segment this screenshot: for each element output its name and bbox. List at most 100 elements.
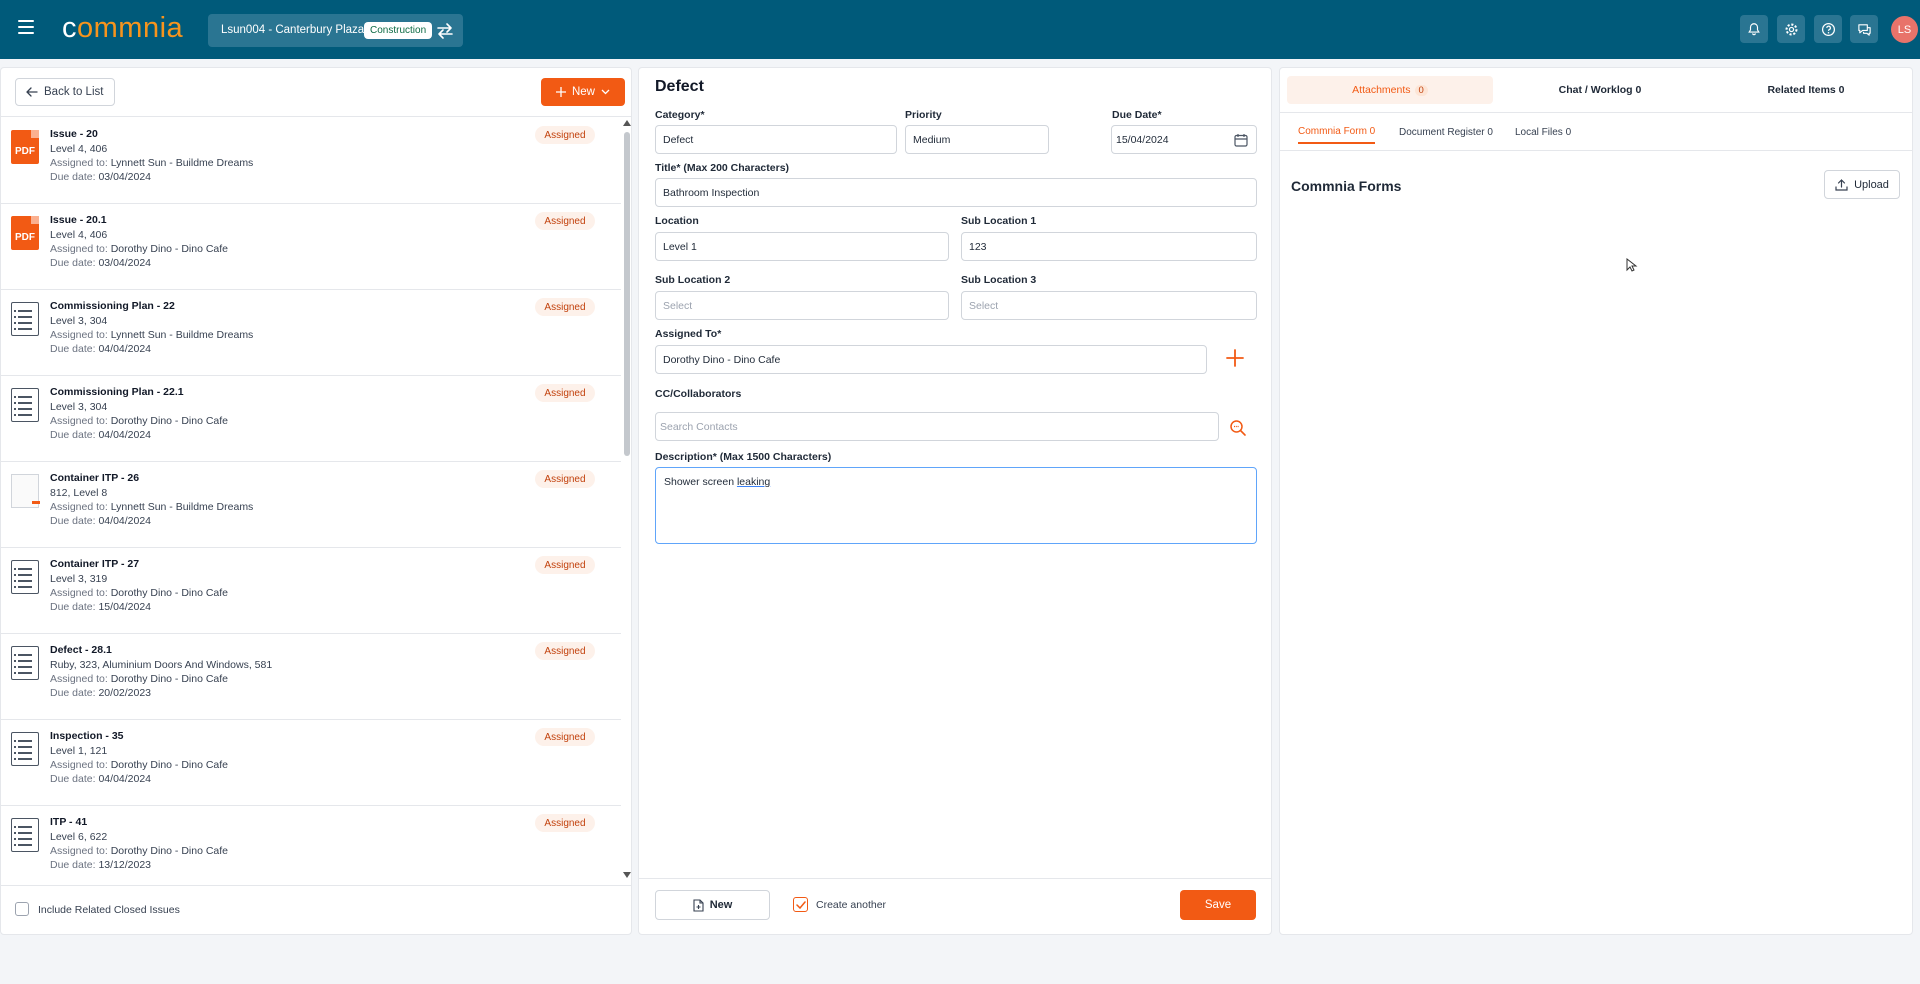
upload-icon <box>1835 178 1848 191</box>
new-item-label: New <box>709 899 733 911</box>
item-assignee: Dorothy Dino - Dino Cafe <box>110 587 229 599</box>
checklist-icon <box>11 560 39 594</box>
issue-list-panel: Back to List New PDF Issue - 20 Level 4, 4… <box>0 67 632 935</box>
assigned-key: Assigned to: <box>50 415 108 427</box>
item-assignee: Dorothy Dino - Dino Cafe <box>110 415 229 427</box>
item-title: Container ITP - 27 <box>50 558 140 570</box>
subtab-local-files[interactable]: Local Files 0 <box>1515 120 1571 144</box>
status-badge: Assigned <box>535 384 595 402</box>
due-date-value: 15/04/2024 <box>1116 133 1169 146</box>
arrow-left-icon <box>26 87 38 97</box>
item-due-date: 15/04/2024 <box>98 601 152 613</box>
scroll-thumb[interactable] <box>624 132 630 456</box>
pdf-file-icon: PDF <box>11 130 39 164</box>
bell-icon[interactable] <box>1740 15 1768 43</box>
list-item[interactable]: Commissioning Plan - 22.1 Level 3, 304 Ass… <box>1 376 621 462</box>
user-avatar[interactable]: LS <box>1891 16 1918 43</box>
search-contacts-icon[interactable] <box>1229 419 1247 437</box>
scroll-up-icon[interactable] <box>623 120 631 126</box>
assigned-key: Assigned to: <box>50 157 108 169</box>
list-item[interactable]: Container ITP - 27 Level 3, 319 Assigned t… <box>1 548 621 634</box>
divider <box>1280 150 1912 151</box>
menu-icon[interactable] <box>18 20 34 34</box>
divider <box>639 878 1271 879</box>
document-thumbnail-icon <box>11 474 40 508</box>
scroll-down-icon[interactable] <box>623 872 631 878</box>
list-item[interactable]: ITP - 41 Level 6, 622 Assigned to: Dorothy… <box>1 806 621 878</box>
cc-label: CC/Collaborators <box>655 388 742 400</box>
title-label: Title* (Max 200 Characters) <box>655 162 790 174</box>
check-icon <box>795 900 806 909</box>
assigned-to-select[interactable]: Dorothy Dino - Dino Cafe <box>655 345 1207 374</box>
item-assignee: Dorothy Dino - Dino Cafe <box>110 243 229 255</box>
project-selector[interactable]: Lsun004 - Canterbury Plaza Construction <box>208 14 463 47</box>
due-key: Due date: <box>50 859 96 871</box>
list-item[interactable]: Container ITP - 26 812, Level 8 Assigned t… <box>1 462 621 548</box>
sub-location-1-select[interactable]: 123 <box>961 232 1257 261</box>
attachments-panel: Attachments 0 Chat / Worklog 0 Related I… <box>1279 67 1913 935</box>
gear-icon[interactable] <box>1777 15 1805 43</box>
upload-button[interactable]: Upload <box>1824 170 1900 199</box>
create-another-label: Create another <box>816 899 887 911</box>
list-item[interactable]: Defect - 28.1 Ruby, 323, Aluminium Doors … <box>1 634 621 720</box>
status-badge: Assigned <box>535 126 595 144</box>
item-assignee: Dorothy Dino - Dino Cafe <box>110 845 229 857</box>
item-due-date: 04/04/2024 <box>98 343 152 355</box>
list-item[interactable]: Inspection - 35 Level 1, 121 Assigned to: … <box>1 720 621 806</box>
sub-location-1-label: Sub Location 1 <box>961 215 1037 227</box>
chat-icon[interactable] <box>1850 15 1878 43</box>
upload-label: Upload <box>1854 178 1889 191</box>
calendar-icon[interactable] <box>1234 133 1248 147</box>
include-closed-checkbox[interactable] <box>15 902 29 916</box>
title-input[interactable]: Bathroom Inspection <box>655 178 1257 207</box>
item-title: Issue - 20.1 <box>50 214 107 226</box>
status-badge: Assigned <box>535 728 595 746</box>
sub-location-2-label: Sub Location 2 <box>655 274 731 286</box>
tab-chat-worklog[interactable]: Chat / Worklog 0 <box>1500 76 1700 104</box>
list-item[interactable]: PDF Issue - 20.1 Level 4, 406 Assigned to: … <box>1 204 621 290</box>
due-key: Due date: <box>50 773 96 785</box>
create-another-checkbox[interactable] <box>793 897 808 912</box>
sub-location-3-label: Sub Location 3 <box>961 274 1037 286</box>
item-location: Level 6, 622 <box>50 831 108 843</box>
add-assignee-icon[interactable] <box>1225 348 1245 368</box>
swap-icon[interactable] <box>435 21 455 41</box>
priority-select[interactable]: Medium <box>905 125 1049 154</box>
list-item[interactable]: Commissioning Plan - 22 Level 3, 304 Assig… <box>1 290 621 376</box>
assigned-key: Assigned to: <box>50 329 108 341</box>
tab-attachments[interactable]: Attachments 0 <box>1287 76 1493 104</box>
subtab-document-register[interactable]: Document Register 0 <box>1399 120 1493 144</box>
new-issue-dropdown-button[interactable]: New <box>541 78 625 106</box>
subtab-commnia-form[interactable]: Commnia Form 0 <box>1298 120 1376 144</box>
tab-related-items[interactable]: Related Items 0 <box>1706 76 1906 104</box>
list-item[interactable]: PDF Issue - 20 Level 4, 406 Assigned to: Ly… <box>1 118 621 204</box>
sub-location-3-select[interactable]: Select <box>961 291 1257 320</box>
tab-attachments-label: Attachments <box>1352 84 1411 96</box>
help-icon[interactable] <box>1814 15 1842 43</box>
status-badge: Assigned <box>535 298 595 316</box>
save-button[interactable]: Save <box>1180 890 1256 920</box>
project-name: Lsun004 - Canterbury Plaza <box>221 24 365 36</box>
list-scrollbar[interactable] <box>622 120 631 878</box>
checklist-icon <box>11 818 39 852</box>
assigned-to-value: Dorothy Dino - Dino Cafe <box>663 353 781 366</box>
item-due-date: 03/04/2024 <box>98 257 152 269</box>
due-key: Due date: <box>50 429 96 441</box>
logo-c: c <box>62 12 77 44</box>
location-label: Location <box>655 215 699 227</box>
item-due-date: 04/04/2024 <box>98 515 152 527</box>
cc-search-input[interactable]: Search Contacts <box>655 412 1219 441</box>
assigned-key: Assigned to: <box>50 673 108 685</box>
due-date-input[interactable]: 15/04/2024 <box>1111 125 1257 154</box>
category-select[interactable]: Defect <box>655 125 897 154</box>
description-textarea[interactable]: Shower screen leaking <box>655 467 1257 544</box>
sub-location-2-select[interactable]: Select <box>655 291 949 320</box>
new-item-button[interactable]: New <box>655 890 770 920</box>
location-select[interactable]: Level 1 <box>655 232 949 261</box>
top-bar: commnia Lsun004 - Canterbury Plaza Const… <box>0 0 1920 59</box>
item-title: Issue - 20 <box>50 128 98 140</box>
logo[interactable]: commnia <box>62 12 183 45</box>
description-label: Description* (Max 1500 Characters) <box>655 451 832 463</box>
logo-o: o <box>77 12 94 44</box>
back-to-list-button[interactable]: Back to List <box>15 78 115 106</box>
